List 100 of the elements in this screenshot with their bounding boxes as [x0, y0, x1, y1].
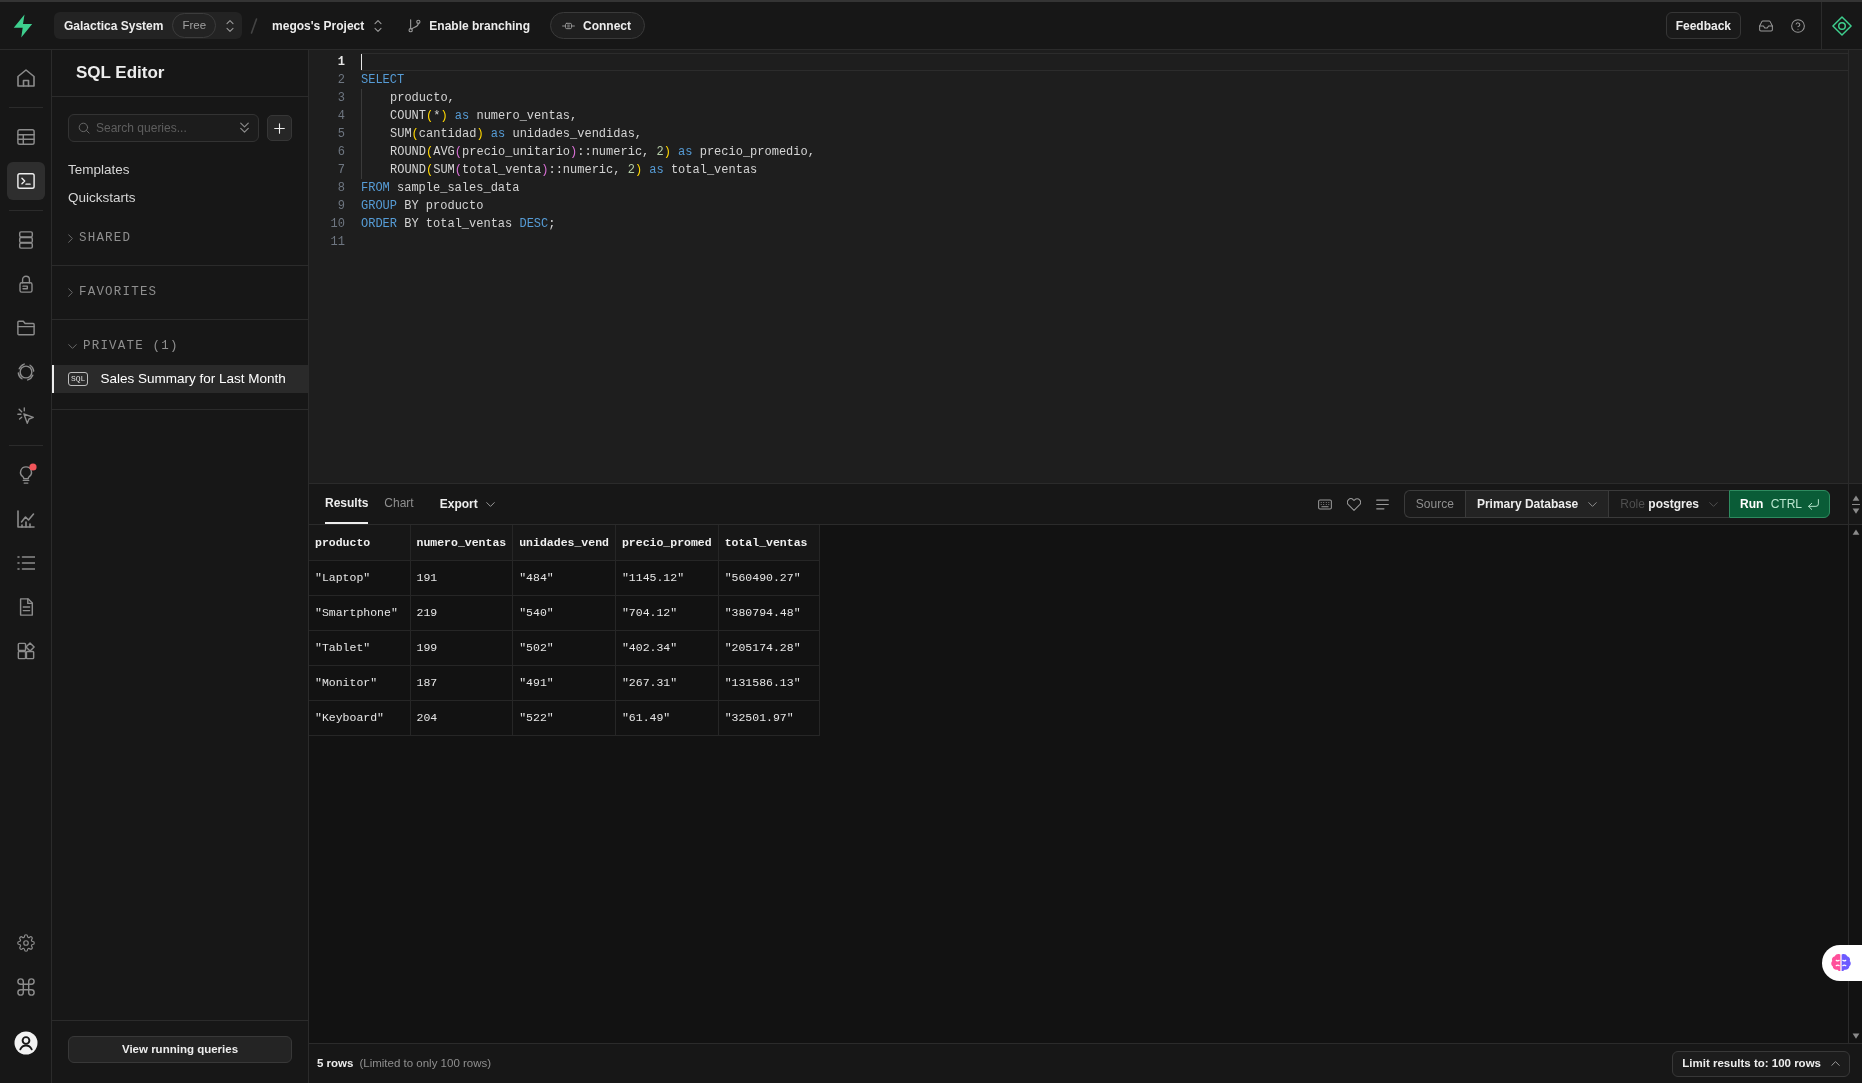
- table-cell: "522": [512, 700, 616, 735]
- line-number: 5: [336, 126, 345, 143]
- inbox-icon[interactable]: [1759, 19, 1773, 32]
- search-icon: [78, 122, 90, 134]
- assistant-button[interactable]: [1822, 945, 1862, 981]
- project-switcher[interactable]: megos's Project: [268, 12, 387, 39]
- plug-icon: [562, 21, 575, 30]
- code-line: SELECT: [361, 72, 405, 89]
- notification-dot-icon: [28, 463, 37, 471]
- caret-icon: [485, 501, 495, 507]
- row-count: 5 rows: [317, 1055, 354, 1071]
- connect-button[interactable]: Connect: [550, 12, 645, 39]
- line-number: 9: [336, 198, 345, 215]
- nav-button[interactable]: [6, 162, 45, 200]
- code-line: ROUND(SUM(total_venta)::numeric, 2) as total_ventas: [390, 162, 758, 179]
- lock-icon: [16, 275, 35, 293]
- table-cell: "484": [512, 560, 616, 595]
- sidebar-link[interactable]: Quickstarts: [52, 188, 136, 208]
- settings-icon: [16, 934, 35, 952]
- code-line: COUNT(*) as numero_ventas,: [390, 108, 578, 125]
- column-header[interactable]: total_ventas: [718, 525, 820, 560]
- scroll-up-icon[interactable]: [1851, 494, 1860, 501]
- database-select[interactable]: Primary Database: [1464, 491, 1609, 517]
- chevrons-up-down-icon: [226, 19, 235, 32]
- source-label: Source: [1414, 496, 1455, 513]
- table-cell: "402.34": [615, 630, 719, 665]
- line-number: 2: [336, 72, 345, 89]
- code-line: ROUND(AVG(precio_unitario)::numeric, 2) as precio_promedio,: [390, 144, 815, 161]
- line-number: 8: [336, 180, 345, 197]
- orbit-icon: [16, 363, 35, 381]
- sidebar-link[interactable]: Templates: [52, 160, 130, 180]
- column-header[interactable]: producto: [309, 525, 410, 560]
- table-cell: "267.31": [615, 665, 719, 700]
- text-cursor: [361, 54, 362, 70]
- table-cell: "205174.28": [718, 630, 820, 665]
- sql-tag: SQL: [68, 372, 89, 386]
- run-button[interactable]: Run CTRL: [1729, 490, 1830, 518]
- scroll-down-icon[interactable]: [1851, 1033, 1860, 1039]
- section-toggle[interactable]: PRIVATE (1): [52, 337, 179, 356]
- table-cell: "491": [512, 665, 616, 700]
- scroll-thumb[interactable]: [1851, 503, 1860, 505]
- limit-note: (Limited to only 100 rows): [359, 1055, 492, 1071]
- diamond-icon[interactable]: [1832, 15, 1852, 36]
- chevrons-down-icon[interactable]: [240, 122, 249, 134]
- blocks-icon: [16, 642, 35, 660]
- query-item[interactable]: SQL Sales Summary for Last Month: [52, 365, 308, 393]
- cursor-click-icon: [16, 407, 35, 425]
- view-running-queries-button[interactable]: View running queries: [68, 1036, 292, 1063]
- caret-icon: [1588, 501, 1598, 507]
- column-header[interactable]: precio_promed: [615, 525, 719, 560]
- limit-results-button[interactable]: Limit results to: 100 rows: [1672, 1050, 1850, 1077]
- help-icon[interactable]: [1791, 18, 1805, 33]
- table-cell: "540": [512, 595, 616, 630]
- table-cell: "560490.27": [718, 560, 820, 595]
- table-cell: 187: [410, 665, 513, 700]
- line-number: 11: [329, 234, 345, 251]
- feedback-button[interactable]: Feedback: [1665, 12, 1741, 39]
- line-number: 10: [329, 216, 345, 233]
- line-number: 1: [336, 54, 345, 71]
- separator-icon: [250, 17, 259, 34]
- command-icon: [16, 978, 35, 996]
- table-cell: "Keyboard": [309, 700, 410, 735]
- column-header[interactable]: numero_ventas: [410, 525, 513, 560]
- table-cell: "380794.48": [718, 595, 820, 630]
- list-icon: [16, 554, 35, 572]
- terminal-icon: [16, 172, 35, 190]
- line-number: 4: [336, 108, 345, 125]
- caret-up-icon: [1831, 1061, 1840, 1066]
- line-number: 7: [336, 162, 345, 179]
- chart-icon: [16, 510, 35, 528]
- table-cell: 191: [410, 560, 513, 595]
- table-cell: "Smartphone": [309, 595, 410, 630]
- code-line: SUM(cantidad) as unidades_vendidas,: [390, 126, 643, 143]
- export-button[interactable]: Export: [439, 495, 495, 513]
- align-left-icon[interactable]: [1375, 498, 1389, 510]
- heart-icon[interactable]: [1346, 497, 1361, 511]
- enter-icon: [1808, 498, 1819, 510]
- table-cell: "32501.97": [718, 700, 820, 735]
- line-number: 3: [336, 90, 345, 107]
- section-toggle[interactable]: SHARED: [52, 229, 132, 248]
- scroll-up-icon[interactable]: [1851, 529, 1860, 535]
- new-query-button[interactable]: [267, 115, 292, 141]
- column-header[interactable]: unidades_vend: [512, 525, 616, 560]
- table-icon: [16, 128, 35, 146]
- section-toggle[interactable]: FAVORITES: [52, 283, 158, 302]
- search-field[interactable]: Search queries...: [68, 114, 259, 142]
- scroll-down-icon[interactable]: [1851, 507, 1860, 514]
- code-line: ORDER BY total_ventas DESC;: [361, 216, 556, 233]
- sidebar-title: SQL Editor: [76, 62, 165, 85]
- results-tab[interactable]: Chart: [384, 484, 414, 524]
- caret-icon: [1709, 501, 1718, 507]
- keyboard-icon[interactable]: [1317, 498, 1332, 510]
- table-cell: 199: [410, 630, 513, 665]
- enable-branching-button[interactable]: Enable branching: [408, 12, 530, 39]
- table-cell: "Monitor": [309, 665, 410, 700]
- org-switcher[interactable]: Galactica System Free: [54, 12, 243, 39]
- line-number: 6: [336, 144, 345, 161]
- bolt-logo-icon[interactable]: [12, 13, 34, 38]
- plus-icon: [274, 122, 285, 134]
- table-cell: "131586.13": [718, 665, 820, 700]
